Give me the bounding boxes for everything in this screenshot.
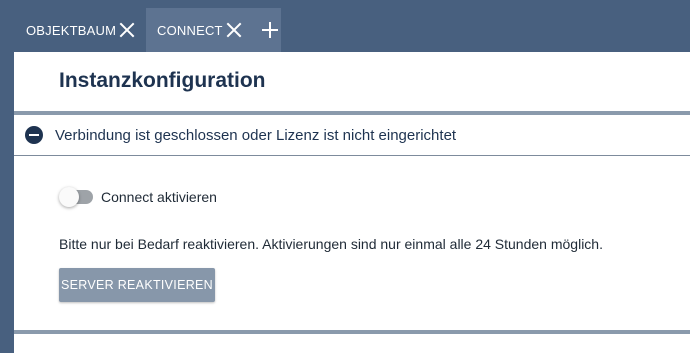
close-icon[interactable] (226, 22, 242, 38)
divider (14, 330, 690, 334)
connect-toggle-label: Connect aktivieren (101, 189, 217, 205)
reactivation-hint: Bitte nur bei Bedarf reaktivieren. Aktiv… (59, 236, 603, 252)
tab-bar: OBJEKTBAUM CONNECT (0, 0, 690, 52)
toggle-knob (59, 187, 79, 207)
tab-label: OBJEKTBAUM (26, 22, 117, 38)
close-icon[interactable] (119, 22, 135, 38)
reactivate-server-button[interactable]: SERVER REAKTIVIEREN (59, 268, 215, 302)
page-title: Instanzkonfiguration (59, 69, 266, 92)
divider (14, 155, 690, 156)
connection-status-text: Verbindung ist geschlossen oder Lizenz i… (55, 127, 457, 144)
tab-objektbaum[interactable]: OBJEKTBAUM (14, 8, 145, 52)
connection-status-header[interactable]: Verbindung ist geschlossen oder Lizenz i… (14, 115, 690, 155)
minus-circle-icon[interactable] (25, 126, 43, 144)
tab-connect[interactable]: CONNECT (146, 8, 281, 52)
instance-config-panel: Instanzkonfiguration Verbindung ist gesc… (14, 52, 690, 353)
connect-toggle[interactable] (59, 187, 95, 207)
plus-icon[interactable] (262, 22, 278, 38)
tab-label: CONNECT (157, 22, 223, 38)
